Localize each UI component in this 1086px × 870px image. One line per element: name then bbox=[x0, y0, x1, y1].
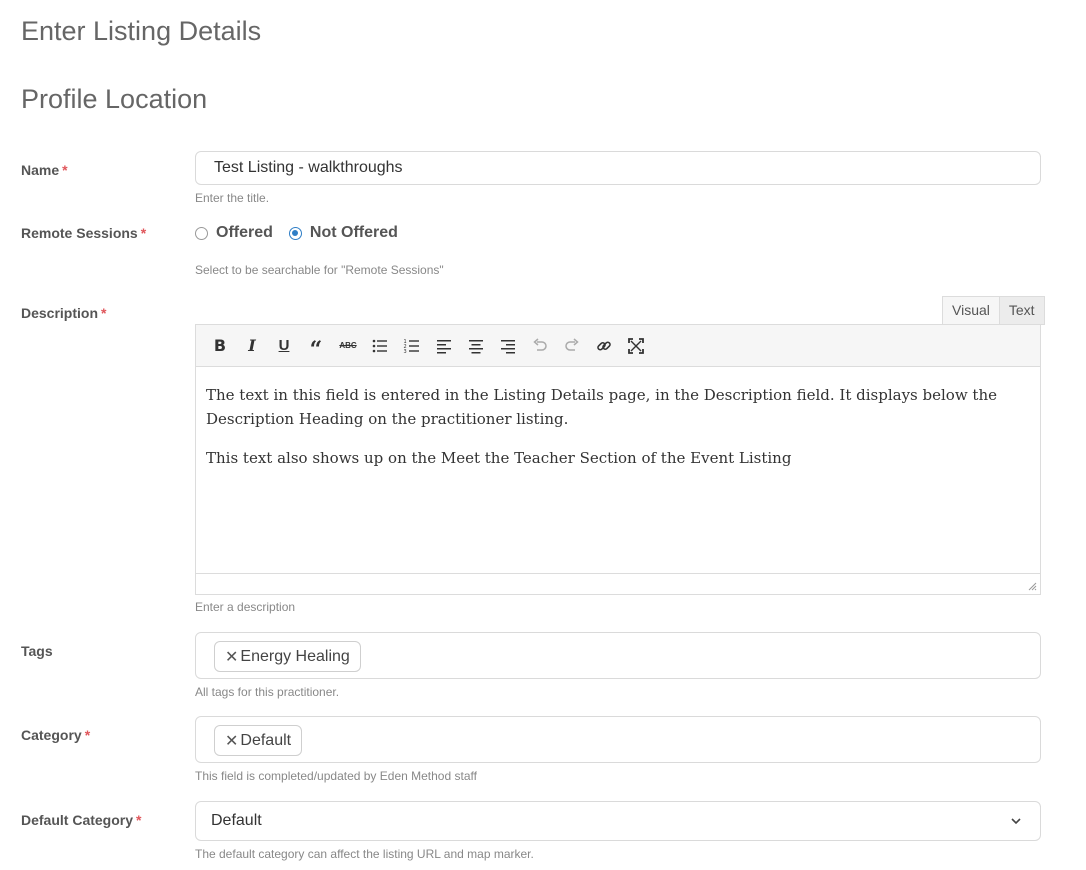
fullscreen-icon[interactable] bbox=[620, 330, 652, 362]
resize-handle-icon[interactable] bbox=[1028, 582, 1037, 591]
strikethrough-icon[interactable]: ABC bbox=[332, 330, 364, 362]
required-marker: * bbox=[62, 162, 68, 178]
radio-not-offered[interactable]: Not Offered bbox=[288, 224, 398, 242]
required-marker: * bbox=[136, 812, 142, 828]
required-marker: * bbox=[140, 225, 147, 241]
underline-icon[interactable]: U bbox=[268, 330, 300, 362]
category-chip[interactable]: ✕ Default bbox=[214, 725, 303, 756]
category-label: Category * bbox=[21, 727, 91, 743]
editor-mode-tabs: Visual Text bbox=[942, 296, 1045, 325]
tags-input[interactable]: ✕ Energy Healing bbox=[195, 632, 1041, 679]
default-category-label: Default Category * bbox=[21, 812, 142, 828]
name-input[interactable]: Test Listing - walkthroughs bbox=[195, 151, 1041, 185]
align-center-icon[interactable] bbox=[460, 330, 492, 362]
tags-help: All tags for this practitioner. bbox=[195, 685, 340, 699]
tags-label: Tags bbox=[21, 643, 53, 659]
svg-text:3: 3 bbox=[404, 349, 407, 355]
editor-statusbar bbox=[196, 573, 1040, 594]
default-category-help: The default category can affect the list… bbox=[195, 847, 534, 861]
section-title: Profile Location bbox=[21, 84, 208, 114]
description-paragraph: This text also shows up on the Meet the … bbox=[206, 449, 792, 467]
bullet-list-icon[interactable] bbox=[364, 330, 396, 362]
editor-toolbar: B I U “ ABC 123 bbox=[196, 325, 1040, 367]
align-right-icon[interactable] bbox=[492, 330, 524, 362]
required-marker: * bbox=[84, 727, 91, 743]
blockquote-icon[interactable]: “ bbox=[300, 330, 332, 363]
description-label: Description * bbox=[21, 305, 107, 321]
remote-sessions-help: Select to be searchable for "Remote Sess… bbox=[195, 263, 444, 277]
default-category-value: Default bbox=[211, 812, 262, 829]
description-paragraph: The text in this field is entered in the… bbox=[206, 386, 998, 428]
page-title: Enter Listing Details bbox=[21, 16, 262, 46]
description-content-area[interactable]: The text in this field is entered in the… bbox=[196, 367, 1040, 573]
default-category-select[interactable]: Default bbox=[195, 801, 1041, 841]
radio-not-offered-indicator[interactable] bbox=[288, 226, 302, 240]
tab-visual[interactable]: Visual bbox=[942, 296, 1000, 325]
description-editor: B I U “ ABC 123 The text in this field i… bbox=[195, 324, 1041, 595]
description-help: Enter a description bbox=[195, 600, 296, 614]
radio-offered-indicator[interactable] bbox=[195, 226, 208, 240]
link-icon[interactable] bbox=[588, 330, 620, 362]
close-icon[interactable]: ✕ bbox=[225, 731, 238, 751]
italic-icon[interactable]: I bbox=[236, 330, 268, 362]
remote-sessions-radio-group: Offered Not Offered bbox=[195, 224, 414, 242]
align-left-icon[interactable] bbox=[428, 330, 460, 362]
name-label: Name * bbox=[21, 162, 68, 178]
category-help: This field is completed/updated by Eden … bbox=[195, 769, 477, 783]
required-marker: * bbox=[101, 305, 107, 321]
redo-icon[interactable] bbox=[556, 330, 588, 362]
tab-text[interactable]: Text bbox=[999, 296, 1045, 325]
close-icon[interactable]: ✕ bbox=[225, 647, 238, 667]
numbered-list-icon[interactable]: 123 bbox=[396, 330, 428, 362]
category-input[interactable]: ✕ Default bbox=[195, 716, 1041, 763]
remote-sessions-label: Remote Sessions * bbox=[21, 225, 147, 241]
bold-icon[interactable]: B bbox=[204, 330, 236, 362]
undo-icon[interactable] bbox=[524, 330, 556, 362]
name-input-value: Test Listing - walkthroughs bbox=[214, 159, 403, 176]
chevron-down-icon bbox=[1011, 818, 1021, 825]
radio-offered[interactable]: Offered bbox=[195, 224, 273, 242]
name-help: Enter the title. bbox=[195, 191, 270, 205]
tag-chip[interactable]: ✕ Energy Healing bbox=[214, 641, 361, 672]
